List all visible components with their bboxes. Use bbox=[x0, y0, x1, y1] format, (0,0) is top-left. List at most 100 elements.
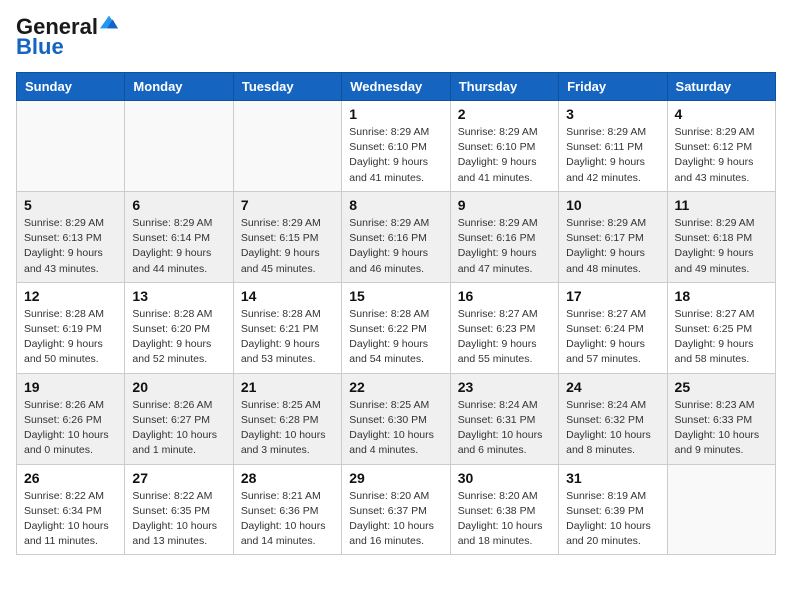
day-cell: 7Sunrise: 8:29 AM Sunset: 6:15 PM Daylig… bbox=[233, 191, 341, 282]
day-info: Sunrise: 8:29 AM Sunset: 6:10 PM Dayligh… bbox=[349, 125, 442, 186]
day-info: Sunrise: 8:28 AM Sunset: 6:22 PM Dayligh… bbox=[349, 307, 442, 368]
col-header-saturday: Saturday bbox=[667, 73, 775, 101]
day-number: 21 bbox=[241, 379, 334, 395]
col-header-thursday: Thursday bbox=[450, 73, 558, 101]
day-number: 16 bbox=[458, 288, 551, 304]
day-info: Sunrise: 8:28 AM Sunset: 6:19 PM Dayligh… bbox=[24, 307, 117, 368]
day-number: 22 bbox=[349, 379, 442, 395]
day-number: 20 bbox=[132, 379, 225, 395]
day-info: Sunrise: 8:29 AM Sunset: 6:12 PM Dayligh… bbox=[675, 125, 768, 186]
day-info: Sunrise: 8:24 AM Sunset: 6:32 PM Dayligh… bbox=[566, 398, 659, 459]
day-cell: 8 Sunrise: 8:29 AM Sunset: 6:16 PM Daylig… bbox=[342, 191, 450, 282]
day-info: Sunrise: 8:27 AM Sunset: 6:25 PM Dayligh… bbox=[675, 307, 768, 368]
day-number: 3 bbox=[566, 106, 659, 122]
day-info: Sunrise: 8:19 AM Sunset: 6:39 PM Dayligh… bbox=[566, 489, 659, 550]
day-cell: 26 Sunrise: 8:22 AM Sunset: 6:34 PM Dayli… bbox=[17, 464, 125, 555]
page-header: General Blue bbox=[16, 16, 776, 60]
day-cell: 14 Sunrise: 8:28 AM Sunset: 6:21 PM Dayli… bbox=[233, 282, 341, 373]
day-number: 27 bbox=[132, 470, 225, 486]
day-cell: 16 Sunrise: 8:27 AM Sunset: 6:23 PM Dayli… bbox=[450, 282, 558, 373]
day-cell: 5Sunrise: 8:29 AM Sunset: 6:13 PM Daylig… bbox=[17, 191, 125, 282]
day-number: 7 bbox=[241, 197, 334, 213]
day-info: Sunrise: 8:25 AM Sunset: 6:28 PM Dayligh… bbox=[241, 398, 334, 459]
day-cell: 9Sunrise: 8:29 AM Sunset: 6:16 PM Daylig… bbox=[450, 191, 558, 282]
day-cell: 27Sunrise: 8:22 AM Sunset: 6:35 PM Dayli… bbox=[125, 464, 233, 555]
day-number: 25 bbox=[675, 379, 768, 395]
day-cell bbox=[233, 101, 341, 192]
week-row-5: 26 Sunrise: 8:22 AM Sunset: 6:34 PM Dayli… bbox=[17, 464, 776, 555]
day-cell: 12 Sunrise: 8:28 AM Sunset: 6:19 PM Dayli… bbox=[17, 282, 125, 373]
day-info: Sunrise: 8:29 AM Sunset: 6:17 PM Dayligh… bbox=[566, 216, 659, 277]
day-cell: 30Sunrise: 8:20 AM Sunset: 6:38 PM Dayli… bbox=[450, 464, 558, 555]
day-number: 14 bbox=[241, 288, 334, 304]
day-cell: 1 Sunrise: 8:29 AM Sunset: 6:10 PM Daylig… bbox=[342, 101, 450, 192]
day-cell: 11 Sunrise: 8:29 AM Sunset: 6:18 PM Dayli… bbox=[667, 191, 775, 282]
day-info: Sunrise: 8:28 AM Sunset: 6:21 PM Dayligh… bbox=[241, 307, 334, 368]
day-cell: 15 Sunrise: 8:28 AM Sunset: 6:22 PM Dayli… bbox=[342, 282, 450, 373]
day-number: 10 bbox=[566, 197, 659, 213]
day-cell: 18Sunrise: 8:27 AM Sunset: 6:25 PM Dayli… bbox=[667, 282, 775, 373]
day-info: Sunrise: 8:26 AM Sunset: 6:26 PM Dayligh… bbox=[24, 398, 117, 459]
col-header-sunday: Sunday bbox=[17, 73, 125, 101]
day-number: 15 bbox=[349, 288, 442, 304]
day-number: 23 bbox=[458, 379, 551, 395]
day-info: Sunrise: 8:29 AM Sunset: 6:13 PM Dayligh… bbox=[24, 216, 117, 277]
day-cell: 21 Sunrise: 8:25 AM Sunset: 6:28 PM Dayli… bbox=[233, 373, 341, 464]
day-info: Sunrise: 8:28 AM Sunset: 6:20 PM Dayligh… bbox=[132, 307, 225, 368]
col-header-friday: Friday bbox=[559, 73, 667, 101]
day-info: Sunrise: 8:29 AM Sunset: 6:11 PM Dayligh… bbox=[566, 125, 659, 186]
week-row-1: 1 Sunrise: 8:29 AM Sunset: 6:10 PM Daylig… bbox=[17, 101, 776, 192]
day-number: 9 bbox=[458, 197, 551, 213]
col-header-wednesday: Wednesday bbox=[342, 73, 450, 101]
day-cell: 20 Sunrise: 8:26 AM Sunset: 6:27 PM Dayli… bbox=[125, 373, 233, 464]
day-cell: 10 Sunrise: 8:29 AM Sunset: 6:17 PM Dayli… bbox=[559, 191, 667, 282]
day-number: 26 bbox=[24, 470, 117, 486]
day-number: 11 bbox=[675, 197, 768, 213]
day-cell: 17Sunrise: 8:27 AM Sunset: 6:24 PM Dayli… bbox=[559, 282, 667, 373]
day-cell: 2 Sunrise: 8:29 AM Sunset: 6:10 PM Daylig… bbox=[450, 101, 558, 192]
day-number: 2 bbox=[458, 106, 551, 122]
day-info: Sunrise: 8:29 AM Sunset: 6:10 PM Dayligh… bbox=[458, 125, 551, 186]
week-row-3: 12 Sunrise: 8:28 AM Sunset: 6:19 PM Dayli… bbox=[17, 282, 776, 373]
calendar-table: SundayMondayTuesdayWednesdayThursdayFrid… bbox=[16, 72, 776, 555]
day-number: 4 bbox=[675, 106, 768, 122]
calendar-header-row: SundayMondayTuesdayWednesdayThursdayFrid… bbox=[17, 73, 776, 101]
day-cell: 31 Sunrise: 8:19 AM Sunset: 6:39 PM Dayli… bbox=[559, 464, 667, 555]
day-info: Sunrise: 8:23 AM Sunset: 6:33 PM Dayligh… bbox=[675, 398, 768, 459]
day-number: 29 bbox=[349, 470, 442, 486]
day-info: Sunrise: 8:27 AM Sunset: 6:23 PM Dayligh… bbox=[458, 307, 551, 368]
day-cell: 29 Sunrise: 8:20 AM Sunset: 6:37 PM Dayli… bbox=[342, 464, 450, 555]
day-cell bbox=[667, 464, 775, 555]
day-info: Sunrise: 8:20 AM Sunset: 6:38 PM Dayligh… bbox=[458, 489, 551, 550]
day-number: 13 bbox=[132, 288, 225, 304]
day-info: Sunrise: 8:22 AM Sunset: 6:34 PM Dayligh… bbox=[24, 489, 117, 550]
col-header-monday: Monday bbox=[125, 73, 233, 101]
week-row-4: 19Sunrise: 8:26 AM Sunset: 6:26 PM Dayli… bbox=[17, 373, 776, 464]
day-number: 24 bbox=[566, 379, 659, 395]
day-cell: 4 Sunrise: 8:29 AM Sunset: 6:12 PM Daylig… bbox=[667, 101, 775, 192]
day-number: 31 bbox=[566, 470, 659, 486]
day-info: Sunrise: 8:26 AM Sunset: 6:27 PM Dayligh… bbox=[132, 398, 225, 459]
day-info: Sunrise: 8:29 AM Sunset: 6:14 PM Dayligh… bbox=[132, 216, 225, 277]
day-cell: 13 Sunrise: 8:28 AM Sunset: 6:20 PM Dayli… bbox=[125, 282, 233, 373]
day-cell: 22 Sunrise: 8:25 AM Sunset: 6:30 PM Dayli… bbox=[342, 373, 450, 464]
logo-triangle-icon bbox=[100, 14, 118, 32]
day-cell: 19Sunrise: 8:26 AM Sunset: 6:26 PM Dayli… bbox=[17, 373, 125, 464]
day-cell: 24 Sunrise: 8:24 AM Sunset: 6:32 PM Dayli… bbox=[559, 373, 667, 464]
day-number: 17 bbox=[566, 288, 659, 304]
day-number: 12 bbox=[24, 288, 117, 304]
day-number: 1 bbox=[349, 106, 442, 122]
day-info: Sunrise: 8:20 AM Sunset: 6:37 PM Dayligh… bbox=[349, 489, 442, 550]
day-number: 28 bbox=[241, 470, 334, 486]
day-info: Sunrise: 8:25 AM Sunset: 6:30 PM Dayligh… bbox=[349, 398, 442, 459]
day-cell: 23Sunrise: 8:24 AM Sunset: 6:31 PM Dayli… bbox=[450, 373, 558, 464]
day-info: Sunrise: 8:21 AM Sunset: 6:36 PM Dayligh… bbox=[241, 489, 334, 550]
day-number: 8 bbox=[349, 197, 442, 213]
day-cell: 25 Sunrise: 8:23 AM Sunset: 6:33 PM Dayli… bbox=[667, 373, 775, 464]
day-number: 6 bbox=[132, 197, 225, 213]
logo: General Blue bbox=[16, 16, 118, 60]
day-info: Sunrise: 8:29 AM Sunset: 6:18 PM Dayligh… bbox=[675, 216, 768, 277]
day-info: Sunrise: 8:29 AM Sunset: 6:16 PM Dayligh… bbox=[349, 216, 442, 277]
day-cell bbox=[125, 101, 233, 192]
week-row-2: 5Sunrise: 8:29 AM Sunset: 6:13 PM Daylig… bbox=[17, 191, 776, 282]
